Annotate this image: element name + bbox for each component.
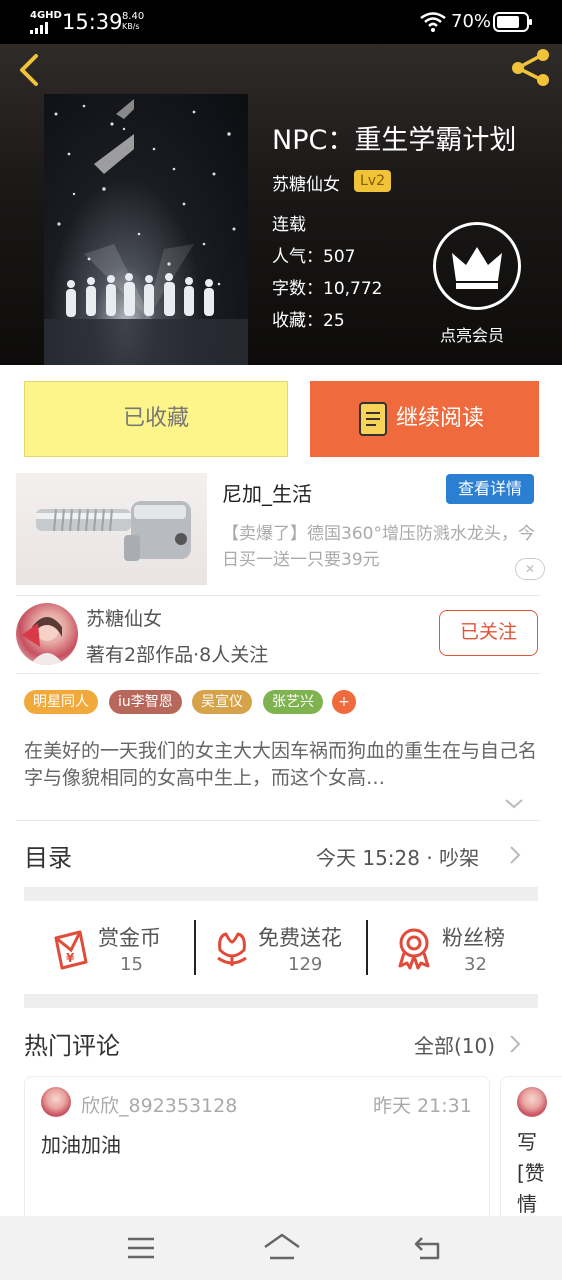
speed-value: 8.40 [122,11,145,22]
comment-text: 写[赞情 [517,1130,545,1216]
add-tag-button[interactable]: + [332,690,356,714]
crown-icon [452,247,502,289]
back-arrow-icon[interactable] [14,50,44,90]
comment-card[interactable]: 写[赞情 [500,1076,562,1236]
comment-card[interactable]: 欣欣_892353128 昨天 21:31 加油加油 [24,1076,490,1236]
tag-iu[interactable]: iu李智恩 [109,690,182,714]
vip-label[interactable]: 点亮会员 [440,322,504,346]
share-icon[interactable] [508,46,554,88]
signal-icon [30,22,48,34]
flower-icon [217,932,247,966]
flower-count: 129 [288,954,323,975]
ad-view-details-button[interactable]: 查看详情 [446,474,534,504]
ad-title[interactable]: 尼加_生活 [222,478,312,507]
red-envelope-icon: ¥ [54,930,88,970]
book-popularity: 人气：507 [272,247,356,267]
fans-ranking-button[interactable]: 粉丝榜 32 [394,918,524,978]
divider [16,673,540,674]
book-header: NPC：重生学霸计划 苏糖仙女 Lv2 连载 人气：507 字数：10,772 … [0,44,562,365]
avatar-image [22,617,64,665]
commenter-avatar[interactable] [517,1087,547,1117]
hot-comments-title: 热门评论 [24,1032,120,1060]
tag-mingxing-tongren[interactable]: 明星同人 [24,690,98,714]
section-separator [24,994,538,1008]
ad-image[interactable] [16,473,207,585]
expand-chevron-icon[interactable] [504,798,524,810]
book-title: NPC：重生学霸计划 [272,125,517,156]
tag-wu-xuanyi[interactable]: 吴宣仪 [192,690,252,714]
battery-icon [493,12,532,32]
chevron-right-icon[interactable] [508,1034,522,1054]
author-level-badge: Lv2 [354,170,391,192]
wifi-icon [420,12,446,32]
followed-button[interactable]: 已关注 [439,610,538,656]
author-avatar[interactable] [16,603,78,665]
all-comments-link[interactable]: 全部(10) [414,1030,495,1059]
divider [16,820,540,821]
cover-art [44,99,248,365]
continue-reading-label: 继续阅读 [396,406,485,431]
vertical-divider [194,920,196,975]
home-icon[interactable] [262,1232,302,1262]
commenter-avatar[interactable] [41,1087,71,1117]
speed-unit: KB/s [122,22,140,31]
author-meta: 著有2部作品·8人关注 [86,644,269,666]
comment-time: 昨天 21:31 [373,1095,472,1117]
vip-button[interactable] [433,222,521,310]
reward-count: 15 [120,954,143,975]
faucet-image [36,501,191,561]
catalog-title[interactable]: 目录 [24,838,72,873]
book-icon [359,402,387,436]
svg-text:¥: ¥ [66,951,75,965]
free-flower-button[interactable]: 免费送花 129 [210,918,360,978]
flower-label: 免费送花 [258,926,342,950]
author-name[interactable]: 苏糖仙女 [86,604,162,631]
book-word-count: 字数：10,772 [272,279,383,299]
back-icon[interactable] [412,1234,444,1262]
system-nav-bar [0,1216,562,1280]
book-description[interactable]: 在美好的一天我们的女主大大因车祸而狗血的重生在与自己名字与像貌相同的女高中生上，… [24,738,540,792]
status-bar: 4GHD 15:39 8.40 KB/s 70% [0,0,562,44]
vertical-divider [366,920,368,975]
ad-close-button[interactable]: ✕ [515,558,545,580]
book-status: 连载 [272,215,306,235]
menu-icon[interactable] [126,1236,156,1260]
fans-label: 粉丝榜 [442,926,505,950]
commenter-name[interactable]: 欣欣_892353128 [81,1091,237,1118]
network-type: 4GHD [30,10,62,21]
comment-text: 加油加油 [41,1133,121,1157]
tag-zhang-yixing[interactable]: 张艺兴 [263,690,323,714]
reward-coins-button[interactable]: ¥ 赏金币 15 [46,918,186,978]
latest-chapter[interactable]: 今天 15:28 · 吵架 [316,842,479,871]
battery-percent: 70% [451,11,492,32]
continue-reading-button[interactable]: 继续阅读 [310,381,539,457]
network-speed: 8.40 KB/s [122,12,144,32]
collected-button[interactable]: 已收藏 [24,381,288,457]
clock: 15:39 [62,10,123,34]
ad-description[interactable]: 【卖爆了】德国360°增压防溅水龙头，今日买一送一只要39元 [222,521,538,573]
chevron-right-icon[interactable] [508,845,522,865]
book-favorites: 收藏：25 [272,311,345,331]
book-cover-image[interactable] [44,94,248,365]
reward-label: 赏金币 [98,926,161,950]
divider [16,595,540,596]
fans-count: 32 [464,954,487,975]
book-author[interactable]: 苏糖仙女 [272,170,340,195]
section-separator [24,887,538,901]
medal-icon [398,928,430,970]
network-indicator: 4GHD [30,10,62,34]
